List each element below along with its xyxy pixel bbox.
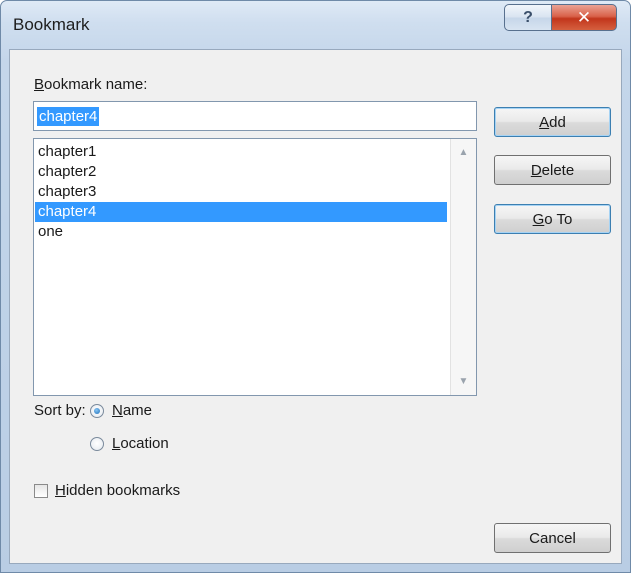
- hidden-bookmarks-checkbox[interactable]: [34, 483, 48, 498]
- sort-by-label: Sort by:: [34, 402, 86, 419]
- scroll-up-arrow-icon[interactable]: ▲: [451, 147, 476, 158]
- sort-by-location-radio[interactable]: [90, 436, 104, 451]
- help-icon: ?: [523, 8, 533, 26]
- hidden-bookmarks-option[interactable]: Hidden bookmarks: [34, 482, 180, 499]
- cancel-button[interactable]: Cancel: [494, 523, 611, 553]
- add-button[interactable]: Add: [494, 107, 611, 137]
- dialog-body: Bookmark name: chapter4 chapter1 chapter2…: [9, 49, 622, 564]
- bookmark-list-item[interactable]: chapter4: [35, 202, 447, 222]
- hidden-bookmarks-label: Hidden bookmarks: [55, 482, 181, 499]
- bookmark-name-label: Bookmark name:: [34, 76, 148, 93]
- sort-by-location-option[interactable]: Location: [90, 435, 169, 452]
- close-button[interactable]: ✕: [551, 4, 617, 31]
- close-icon: ✕: [576, 7, 592, 27]
- bookmark-list-scrollbar[interactable]: ▲ ▼: [450, 139, 476, 395]
- window-title: Bookmark: [13, 15, 90, 34]
- bookmark-list-items: chapter1 chapter2 chapter3 chapter4 one: [35, 142, 447, 242]
- scroll-down-arrow-icon[interactable]: ▼: [451, 376, 476, 387]
- bookmark-dialog: Bookmark ? ✕ Bookmark name: chapter4 cha…: [0, 0, 631, 573]
- sort-by-name-option[interactable]: Name: [90, 402, 152, 419]
- sort-by-name-radio[interactable]: [90, 403, 104, 418]
- bookmark-list-item[interactable]: one: [35, 222, 447, 242]
- bookmark-list[interactable]: chapter1 chapter2 chapter3 chapter4 one ▲ ▼: [33, 138, 477, 396]
- sort-by-location-label: Location: [112, 435, 169, 452]
- bookmark-name-value: chapter4: [37, 107, 100, 126]
- help-button[interactable]: ?: [504, 4, 552, 31]
- go-to-button[interactable]: Go To: [494, 204, 611, 234]
- bookmark-name-input[interactable]: chapter4: [33, 101, 477, 131]
- sort-by-name-label: Name: [112, 402, 153, 419]
- title-bar[interactable]: Bookmark ? ✕: [1, 1, 630, 49]
- bookmark-list-item[interactable]: chapter1: [35, 142, 447, 162]
- bookmark-list-item[interactable]: chapter3: [35, 182, 447, 202]
- bookmark-list-item[interactable]: chapter2: [35, 162, 447, 182]
- delete-button[interactable]: Delete: [494, 155, 611, 185]
